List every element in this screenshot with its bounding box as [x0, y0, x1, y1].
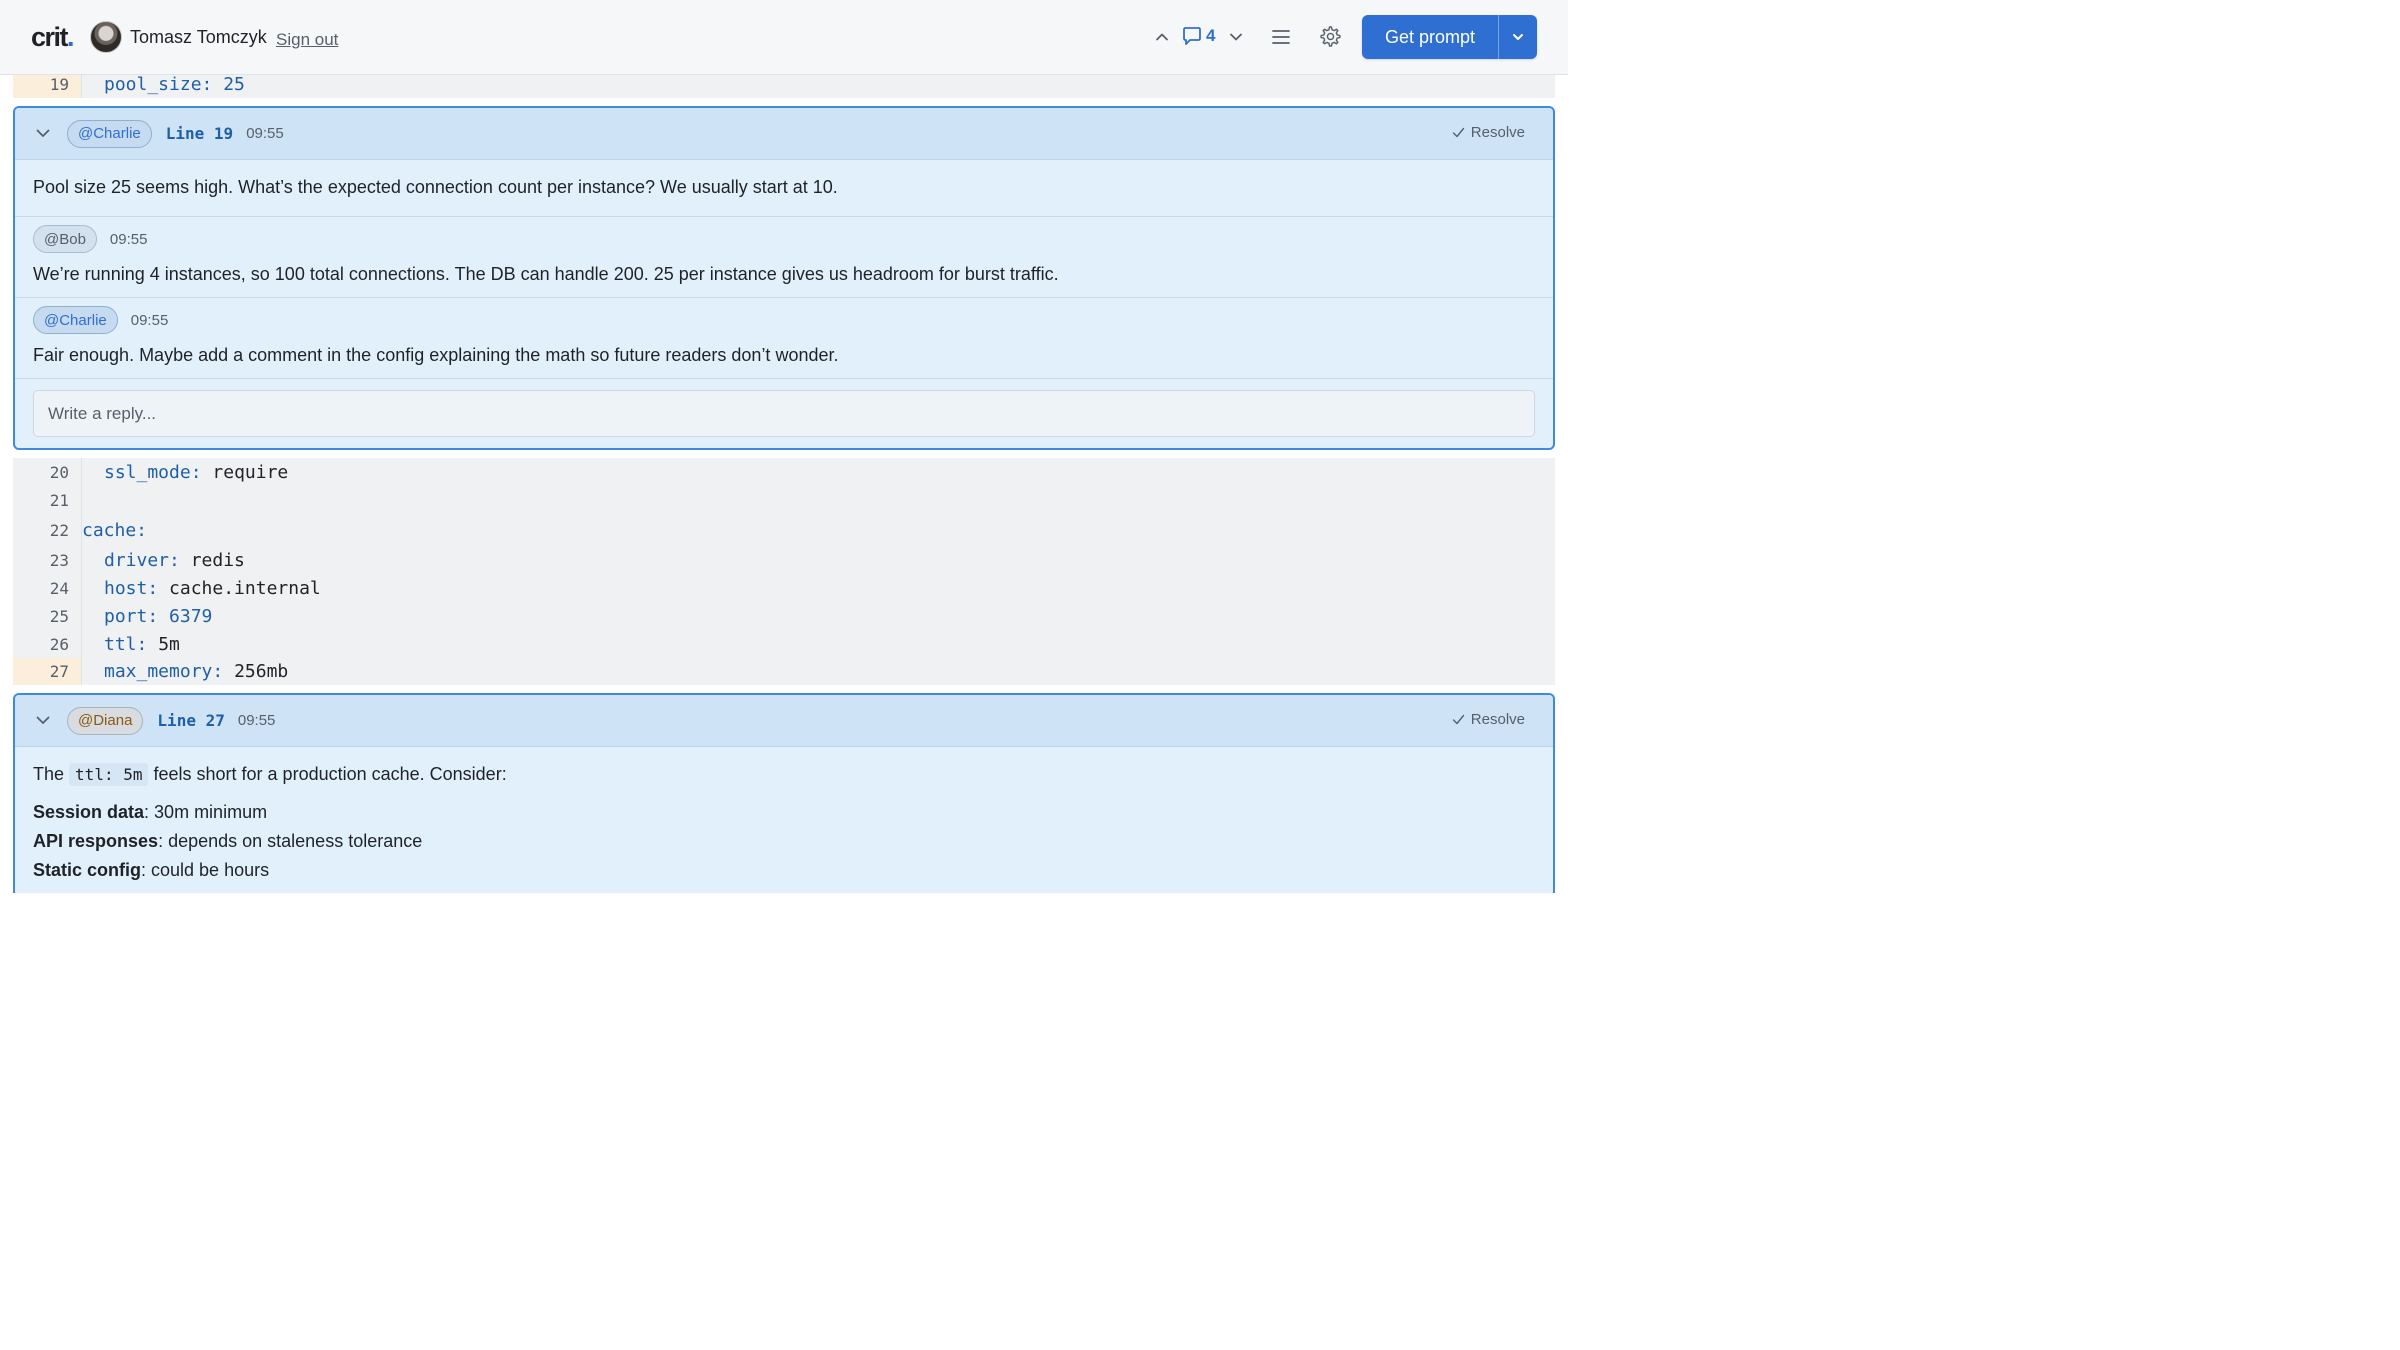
chevron-down-icon[interactable]	[35, 712, 51, 728]
comment-body: Fair enough. Maybe add a comment in the …	[33, 345, 839, 365]
line-reference[interactable]: Line 19	[166, 124, 233, 143]
code-line[interactable]: 26 ttl: 5m	[13, 630, 1555, 658]
comment-thread: @Charlie Line 19 09:55 Resolve Pool size…	[13, 106, 1555, 450]
avatar[interactable]	[90, 21, 122, 53]
code-line[interactable]: 24 host: cache.internal	[13, 574, 1555, 602]
comment-message: The ttl: 5m feels short for a production…	[15, 747, 1553, 893]
reply-input[interactable]: Write a reply...	[33, 390, 1535, 437]
code-line[interactable]: 27 max_memory: 256mb	[13, 658, 1555, 685]
comment-body: The ttl: 5m feels short for a production…	[33, 763, 507, 786]
author-badge: @Charlie	[67, 119, 152, 148]
code-line[interactable]: 22 cache:	[13, 514, 1555, 546]
resolve-button[interactable]: Resolve	[1452, 124, 1525, 141]
thread-header: @Charlie Line 19 09:55 Resolve	[15, 108, 1553, 160]
comment-body: Pool size 25 seems high. What’s the expe…	[33, 177, 838, 197]
code-content: max_memory: 256mb	[104, 661, 289, 682]
comment-time: 09:55	[246, 125, 284, 142]
code-content: pool_size: 25	[104, 73, 245, 95]
gear-icon[interactable]	[1319, 25, 1342, 48]
line-number[interactable]: 25	[13, 602, 82, 630]
get-prompt-button[interactable]: Get prompt	[1362, 15, 1498, 59]
app-logo[interactable]: crit.	[31, 22, 75, 53]
top-bar: crit. Tomasz Tomczyk Sign out 4 Get prom…	[0, 0, 1568, 75]
code-content: ssl_mode: require	[104, 461, 289, 483]
comment-body: We’re running 4 instances, so 100 total …	[33, 264, 1059, 284]
line-number[interactable]: 22	[13, 514, 82, 546]
comment-time: 09:55	[130, 311, 169, 329]
code-line[interactable]: 25 port: 6379	[13, 602, 1555, 630]
author-badge: @Diana	[67, 706, 144, 735]
chevron-down-icon[interactable]	[1227, 28, 1245, 46]
author-badge: @Charlie	[33, 306, 118, 334]
list-item: Static config: could be hours	[33, 860, 270, 880]
sign-out-link[interactable]: Sign out	[276, 30, 338, 50]
line-number[interactable]: 27	[13, 658, 82, 685]
comment-thread: @Diana Line 27 09:55 Resolve The ttl: 5m…	[13, 693, 1555, 893]
comment-count: 4	[1206, 26, 1216, 45]
line-number[interactable]: 21	[13, 486, 82, 514]
chevron-down-icon	[1513, 34, 1523, 40]
line-number[interactable]: 24	[13, 574, 82, 602]
code-line[interactable]: 21	[13, 486, 1555, 514]
code-content: port: 6379	[104, 605, 213, 627]
list-item: Session data: 30m minimum	[33, 802, 268, 822]
check-icon	[1452, 714, 1464, 725]
code-line[interactable]: 20 ssl_mode: require	[13, 458, 1555, 486]
get-prompt-dropdown-button[interactable]	[1498, 15, 1537, 59]
list-item: API responses: depends on staleness tole…	[33, 831, 423, 851]
comment-time: 09:55	[109, 230, 148, 248]
resolve-label: Resolve	[1470, 711, 1525, 728]
thread-header: @Diana Line 27 09:55 Resolve	[15, 695, 1553, 747]
comment-reply: @Charlie 09:55 Fair enough. Maybe add a …	[15, 297, 1553, 378]
line-number[interactable]: 26	[13, 630, 82, 658]
comment-reply: @Bob 09:55 We’re running 4 instances, so…	[15, 216, 1553, 297]
comment-bubble-icon	[1183, 27, 1201, 45]
author-badge: @Bob	[33, 225, 97, 253]
code-content: host: cache.internal	[104, 577, 321, 599]
get-prompt-button-group: Get prompt	[1362, 15, 1537, 59]
reply-area: Write a reply...	[15, 378, 1553, 448]
chevron-up-icon[interactable]	[1153, 28, 1171, 46]
code-line[interactable]: 23 driver: redis	[13, 546, 1555, 574]
comment-count-button[interactable]: 4	[1181, 25, 1215, 47]
user-name: Tomasz Tomczyk	[130, 27, 267, 47]
comment-time: 09:55	[237, 712, 276, 729]
inline-code: ttl: 5m	[69, 763, 149, 786]
code-content: ttl: 5m	[104, 633, 180, 655]
line-reference[interactable]: Line 27	[157, 711, 224, 730]
code-content: cache:	[82, 519, 148, 541]
resolve-button[interactable]: Resolve	[1452, 711, 1525, 728]
check-icon	[1452, 127, 1464, 138]
resolve-label: Resolve	[1470, 124, 1525, 141]
comment-message: Pool size 25 seems high. What’s the expe…	[15, 160, 1553, 216]
reply-header: @Charlie 09:55	[33, 306, 168, 334]
line-number[interactable]: 20	[13, 458, 82, 486]
code-content: driver: redis	[104, 549, 245, 571]
code-block-middle: 20 ssl_mode: require 21 22 cache: 23 dri…	[13, 458, 1555, 685]
reply-header: @Bob 09:55	[33, 225, 147, 253]
line-number[interactable]: 23	[13, 546, 82, 574]
hamburger-menu-icon[interactable]	[1271, 27, 1291, 47]
chevron-down-icon[interactable]	[35, 125, 51, 141]
